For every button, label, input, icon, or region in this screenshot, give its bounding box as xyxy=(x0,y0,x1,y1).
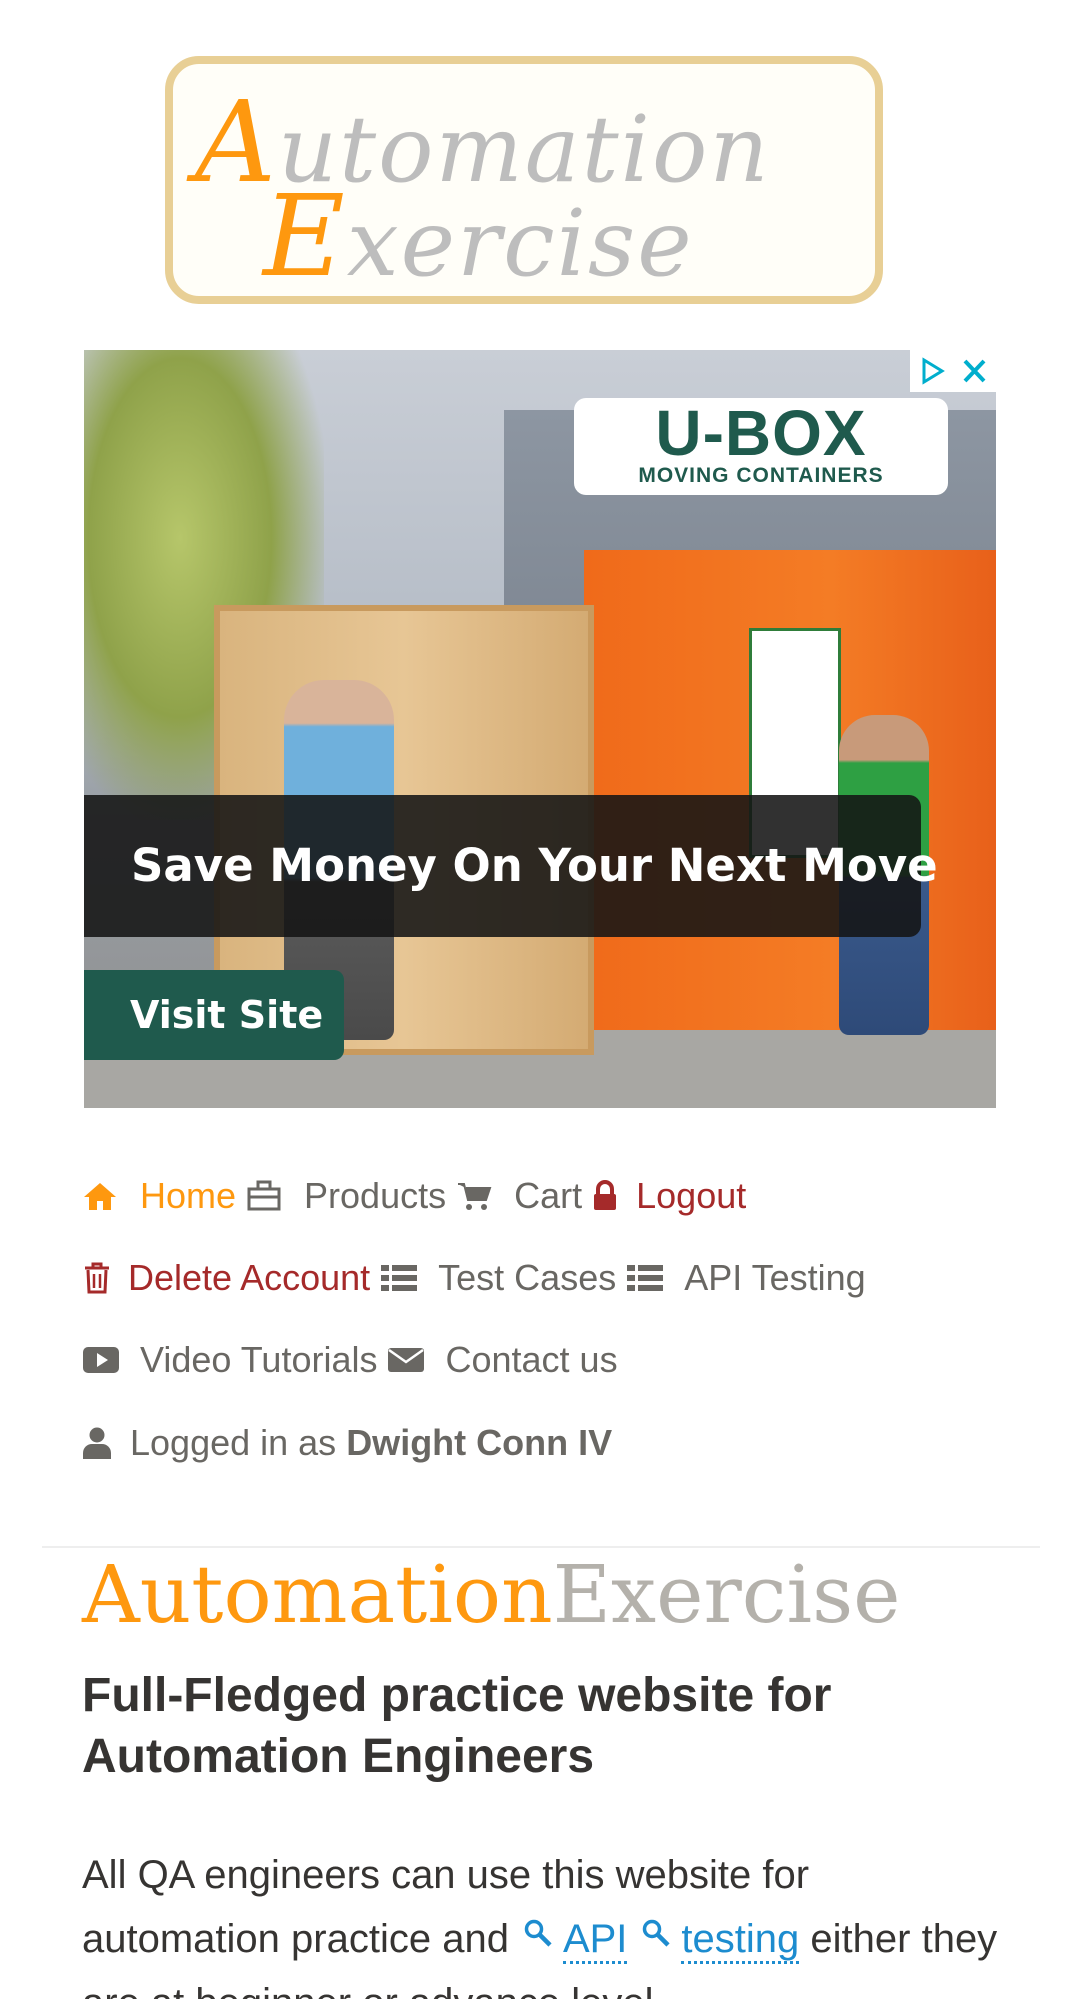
nav-row-1: Home Products Cart Logout xyxy=(82,1170,756,1222)
ad-brand-name: U-BOX xyxy=(655,397,867,469)
nav-row-3: Video Tutorials Contact us xyxy=(82,1334,628,1386)
site-logo[interactable]: Automation Exercise xyxy=(165,56,883,304)
nav-products[interactable]: Products xyxy=(246,1175,446,1217)
list-icon xyxy=(380,1263,420,1293)
search-icon xyxy=(641,1918,671,1948)
nav-api-testing-label: API Testing xyxy=(684,1257,866,1298)
hero-paragraph: All QA engineers can use this website fo… xyxy=(82,1843,1012,1999)
search-icon xyxy=(523,1918,553,1948)
nav-video-tutorials-label: Video Tutorials xyxy=(140,1339,378,1380)
nav-delete-account[interactable]: Delete Account xyxy=(82,1257,370,1299)
nav-video-tutorials[interactable]: Video Tutorials xyxy=(82,1339,377,1381)
nav-logout-label: Logout xyxy=(636,1175,747,1216)
advertisement-banner[interactable]: U-BOX MOVING CONTAINERS Save Money On Yo… xyxy=(84,350,996,1108)
envelope-icon xyxy=(387,1345,427,1375)
nav-contact-us-label: Contact us xyxy=(445,1339,618,1380)
logged-in-username: Dwight Conn IV xyxy=(346,1422,613,1463)
user-icon xyxy=(82,1426,112,1460)
nav-delete-account-label: Delete Account xyxy=(128,1257,371,1298)
nav-logout[interactable]: Logout xyxy=(592,1175,746,1217)
logo-line-2: Exercise xyxy=(263,172,694,302)
hero-subheading: Full-Fledged practice website for Automa… xyxy=(82,1669,832,1783)
keyword-link-api[interactable]: API xyxy=(562,1917,628,1964)
ad-headline-box: Save Money On Your Next Move xyxy=(84,795,938,937)
lock-icon xyxy=(592,1179,620,1213)
brand-heading-orange: Automation xyxy=(82,1548,553,1641)
list-icon xyxy=(626,1263,666,1293)
nav-cart-label: Cart xyxy=(514,1175,583,1216)
nav-cart[interactable]: Cart xyxy=(456,1175,582,1217)
keyword-link-testing[interactable]: testing xyxy=(681,1917,800,1964)
nav-contact-us[interactable]: Contact us xyxy=(387,1339,618,1381)
ad-headline: Save Money On Your Next Move xyxy=(131,839,938,892)
nav-home[interactable]: Home xyxy=(82,1175,236,1217)
ad-brand-badge: U-BOX MOVING CONTAINERS xyxy=(574,398,948,495)
nav-row-2: Delete Account Test Cases API Testing xyxy=(82,1252,876,1304)
ad-brand-subtitle: MOVING CONTAINERS xyxy=(638,464,884,487)
youtube-play-icon xyxy=(82,1345,122,1375)
cart-icon xyxy=(456,1180,496,1212)
page: Automation Exercise U-BOX MOVING CONTAIN… xyxy=(0,0,1081,1999)
brand-heading: AutomationExercise xyxy=(82,1548,900,1642)
logged-in-status: Logged in as Dwight Conn IV xyxy=(82,1422,612,1464)
ad-visit-site-button[interactable]: Visit Site xyxy=(84,970,344,1060)
nav-home-label: Home xyxy=(140,1175,237,1216)
brand-heading-grey: Exercise xyxy=(552,1548,901,1641)
logged-in-prefix: Logged in as xyxy=(130,1422,337,1463)
adchoices-icon[interactable] xyxy=(910,350,953,392)
nav-row-4: Logged in as Dwight Conn IV xyxy=(82,1417,622,1469)
ad-controls xyxy=(910,350,996,392)
nav-products-label: Products xyxy=(304,1175,447,1216)
nav-test-cases-label: Test Cases xyxy=(438,1257,617,1298)
products-icon xyxy=(246,1179,286,1213)
trash-icon xyxy=(82,1261,112,1295)
nav-test-cases[interactable]: Test Cases xyxy=(380,1257,616,1299)
nav-api-testing[interactable]: API Testing xyxy=(626,1257,866,1299)
home-icon xyxy=(82,1180,122,1212)
close-icon[interactable] xyxy=(953,350,996,392)
